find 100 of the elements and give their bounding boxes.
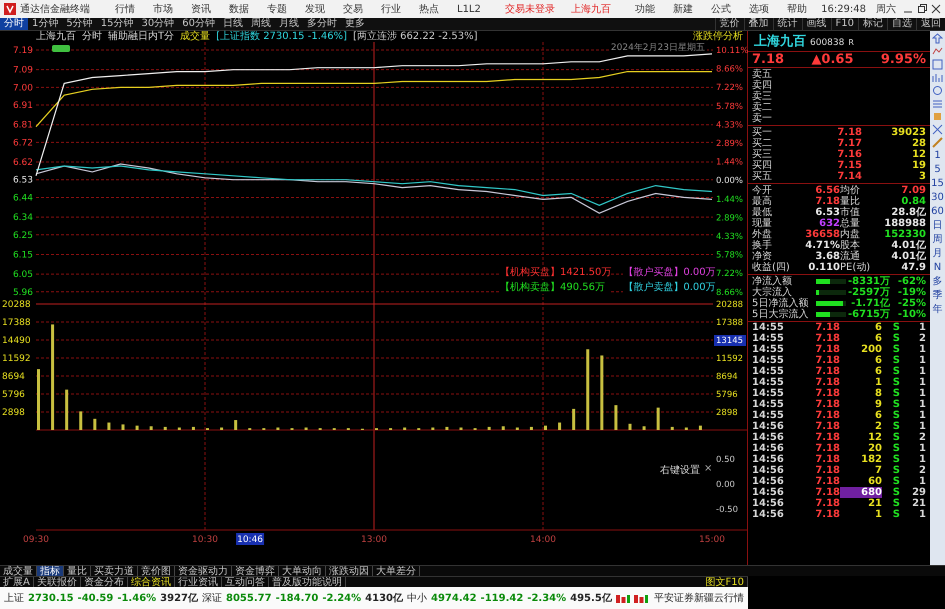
price-axis-label: 6.25	[12, 230, 33, 241]
toolbar-button[interactable]: 统计	[772, 18, 802, 30]
trade-volume: 6	[874, 355, 882, 366]
period-tab[interactable]: 30分钟	[137, 18, 178, 30]
toolbar-button[interactable]: 叠加	[744, 18, 773, 30]
circle-icon[interactable]	[932, 85, 943, 96]
toolbar-button[interactable]: 返回	[916, 18, 945, 30]
list-icon[interactable]	[932, 98, 943, 109]
percent-axis-label: 7.22%	[716, 83, 744, 94]
period-tab[interactable]: 60分钟	[178, 18, 219, 30]
stat-label: 量比	[840, 196, 861, 207]
status-notice[interactable]: 交易未登录	[498, 2, 561, 16]
trade-price: 7.18	[814, 487, 840, 498]
period-tab[interactable]: 周线	[246, 18, 275, 30]
right-click-settings-hint[interactable]: 右键设置	[660, 463, 700, 477]
stat-label: 最低	[752, 207, 773, 218]
bid-volume: 39023	[890, 127, 926, 138]
indicator-tab[interactable]: 指标	[37, 566, 64, 576]
toolbar-button[interactable]: 画线	[802, 18, 831, 30]
stat-label: 内盘	[840, 229, 861, 240]
index-percent: -2.24%	[322, 592, 362, 604]
trade-price: 7.18	[814, 432, 840, 443]
restore-icon[interactable]	[917, 4, 928, 14]
trade-price: 7.18	[814, 410, 840, 421]
menu-item[interactable]: 行情	[108, 2, 142, 16]
volume-axis-label: 2898	[716, 408, 738, 418]
toolbar-button[interactable]: 标记	[858, 18, 887, 30]
volume-bar	[628, 424, 632, 430]
menu-item[interactable]: L1L2	[450, 4, 488, 14]
trade-count: 1	[918, 388, 926, 399]
toolbar-button[interactable]: 竞价	[714, 18, 744, 30]
menu-item[interactable]: 帮助	[780, 2, 814, 16]
menu-item[interactable]: 功能	[628, 2, 662, 16]
period-button[interactable]: N	[934, 262, 942, 274]
period-button[interactable]: 多	[932, 276, 942, 288]
line-chart-icon[interactable]	[932, 46, 943, 57]
stat-value: 3.68	[814, 251, 840, 262]
trade-price: 7.18	[814, 498, 840, 509]
menu-item[interactable]: 市场	[146, 2, 180, 16]
flow-percent: -10%	[896, 309, 926, 320]
period-tab[interactable]: 5分钟	[62, 18, 97, 30]
limit-analysis-link[interactable]: 涨跌停分析	[693, 31, 743, 42]
toolbar-button[interactable]: 自选	[887, 18, 916, 30]
trade-side: S	[892, 322, 900, 333]
menu-item[interactable]: 资讯	[184, 2, 218, 16]
period-tab[interactable]: 1分钟	[28, 18, 62, 30]
period-button[interactable]: 年	[932, 304, 942, 316]
volume-bar	[79, 411, 82, 430]
trade-price: 7.18	[814, 476, 840, 487]
stat-value: 152330	[884, 229, 926, 240]
menu-item[interactable]: 热点	[412, 2, 446, 16]
period-tab[interactable]: 多分时	[302, 18, 341, 30]
cross-icon[interactable]	[932, 124, 943, 135]
index-percent: -2.34%	[527, 592, 566, 604]
period-button[interactable]: 15	[931, 178, 944, 190]
stat-label: 收益(四)	[752, 262, 791, 273]
trade-count: 1	[918, 399, 926, 410]
period-tab[interactable]: 15分钟	[96, 18, 138, 30]
period-button[interactable]: 周	[932, 234, 942, 246]
period-tab[interactable]: 更多	[340, 18, 369, 30]
volume-bar	[37, 369, 40, 430]
status-notice[interactable]: 上海九百	[564, 2, 617, 16]
menu-item[interactable]: 数据	[222, 2, 256, 16]
menu-item[interactable]: 新建	[666, 2, 700, 16]
close-icon[interactable]	[931, 4, 942, 14]
menu-item[interactable]: 公式	[704, 2, 738, 16]
indicator-axis-label: 0.50	[716, 455, 735, 465]
trade-volume: 1	[874, 377, 882, 388]
period-button[interactable]: 30	[931, 192, 944, 204]
menu-item[interactable]: 发现	[298, 2, 332, 16]
stat-label: 均价	[840, 185, 861, 196]
toolbar-button[interactable]: F10	[830, 18, 858, 30]
period-button[interactable]: 月	[932, 248, 942, 260]
menu-item[interactable]: 专题	[260, 2, 294, 16]
bid-volume: 12	[911, 149, 926, 160]
period-tab[interactable]: 月线	[274, 18, 303, 30]
period-button[interactable]: 5	[934, 164, 941, 176]
period-button[interactable]: 季	[932, 290, 942, 302]
volume-bar	[642, 426, 646, 430]
bar-chart-icon[interactable]	[932, 72, 943, 83]
square-icon[interactable]	[932, 59, 943, 70]
period-tab[interactable]: 日线	[218, 18, 247, 30]
menu-item[interactable]: 选项	[742, 2, 776, 16]
volume-bar	[192, 426, 195, 430]
menu-item[interactable]: 行业	[374, 2, 408, 16]
percent-axis-label: 4.33%	[716, 232, 744, 242]
period-button[interactable]: 1	[934, 150, 941, 162]
close-mark[interactable]: ×	[704, 463, 712, 474]
up-arrow-icon[interactable]	[932, 33, 943, 44]
trade-time: 14:56	[752, 509, 785, 520]
change-percent: 9.95%	[880, 52, 926, 67]
trade-side: S	[892, 366, 900, 377]
period-button[interactable]: 日	[932, 220, 942, 232]
index-value: 8055.77	[226, 592, 272, 604]
time-axis-label: 14:00	[530, 535, 556, 545]
pencil-icon[interactable]	[932, 137, 943, 148]
trade-count: 1	[918, 355, 926, 366]
period-button[interactable]: 60	[931, 206, 944, 218]
menu-item[interactable]: 交易	[336, 2, 370, 16]
period-tab[interactable]: 分时	[0, 18, 28, 30]
